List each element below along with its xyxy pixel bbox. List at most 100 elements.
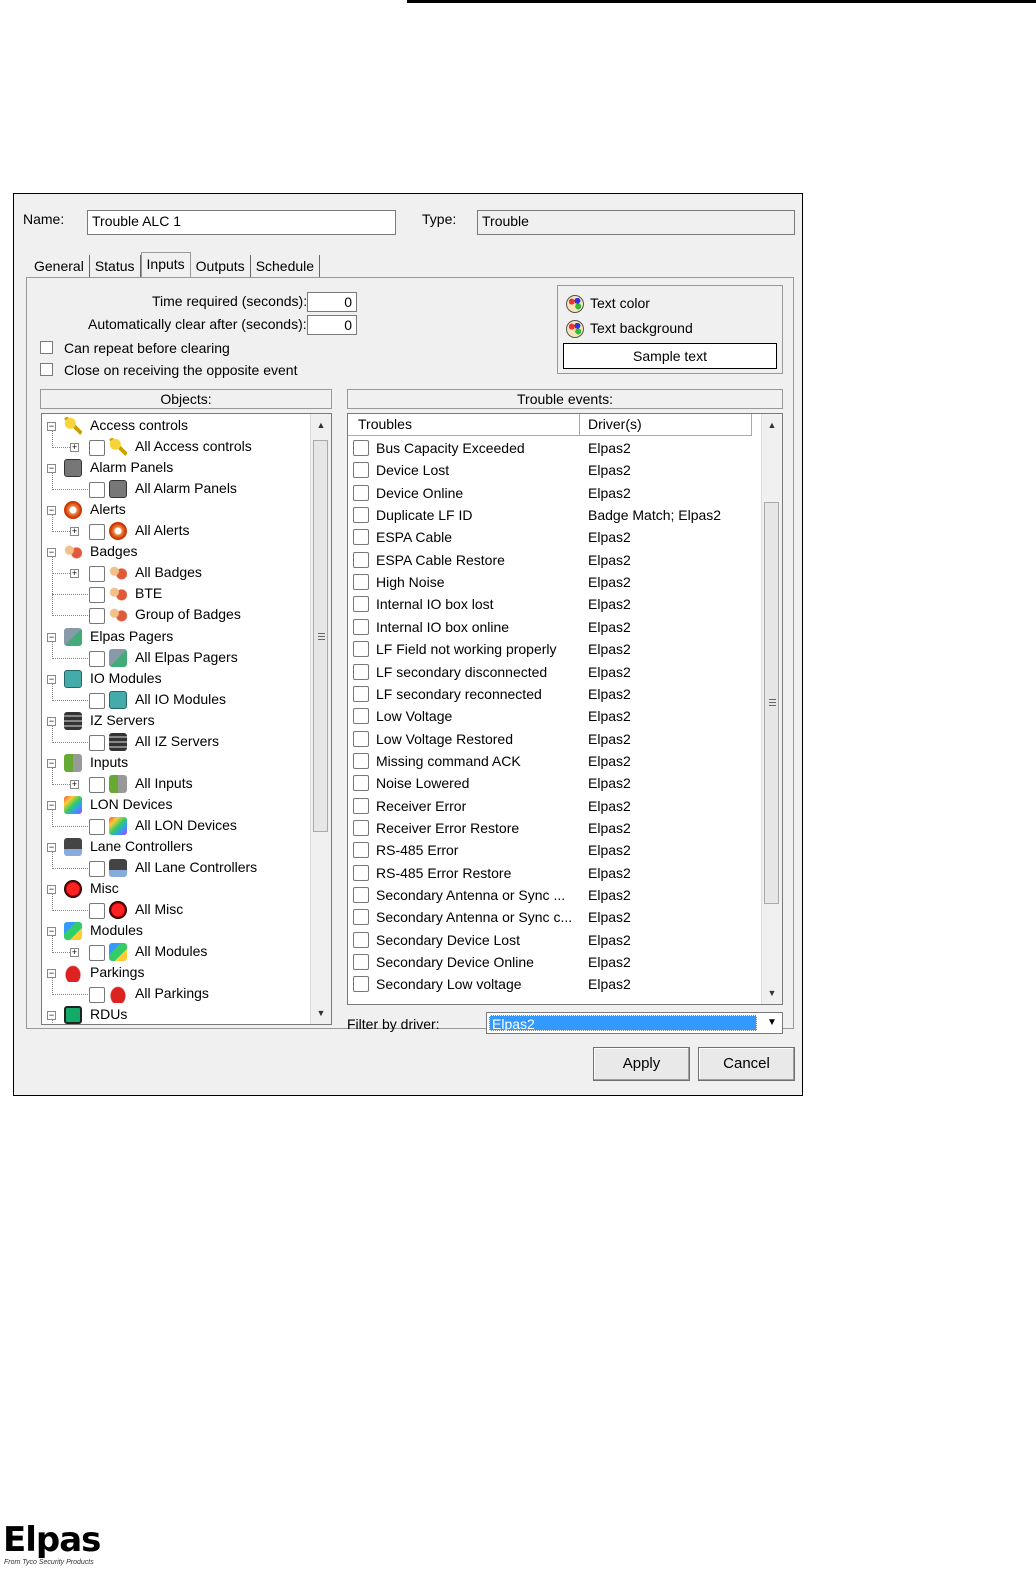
tree-item-checkbox[interactable]: [89, 692, 105, 709]
trouble-event-checkbox[interactable]: [353, 507, 369, 524]
tree-item-checkbox[interactable]: [89, 482, 105, 499]
tree-group-item[interactable]: − Misc: [42, 879, 310, 900]
tree-group-item[interactable]: − LON Devices: [42, 795, 310, 816]
tree-group-item[interactable]: − Modules: [42, 921, 310, 942]
trouble-event-row[interactable]: Low Voltage Elpas2: [348, 705, 758, 727]
tree-child-item[interactable]: All IZ Servers: [42, 732, 310, 753]
tree-child-item[interactable]: All Elpas Pagers: [42, 648, 310, 669]
events-scroll-thumb[interactable]: [764, 502, 779, 904]
tab-schedule[interactable]: Schedule: [251, 255, 321, 277]
tree-item-checkbox[interactable]: [89, 945, 105, 962]
trouble-event-row[interactable]: Device Online Elpas2: [348, 482, 758, 504]
auto-clear-input[interactable]: 0: [307, 315, 357, 335]
collapse-icon[interactable]: −: [47, 843, 56, 852]
objects-scroll-thumb[interactable]: [313, 440, 328, 832]
trouble-event-row[interactable]: Internal IO box online Elpas2: [348, 616, 758, 638]
trouble-event-row[interactable]: Internal IO box lost Elpas2: [348, 593, 758, 615]
collapse-icon[interactable]: −: [47, 422, 56, 431]
tree-child-item[interactable]: + All Badges: [42, 563, 310, 584]
trouble-event-checkbox[interactable]: [353, 976, 369, 993]
trouble-event-checkbox[interactable]: [353, 618, 369, 635]
trouble-event-row[interactable]: ESPA Cable Elpas2: [348, 526, 758, 548]
trouble-event-checkbox[interactable]: [353, 663, 369, 680]
expand-icon[interactable]: +: [70, 527, 79, 537]
text-color-button[interactable]: Text color: [590, 295, 650, 311]
trouble-event-checkbox[interactable]: [353, 596, 369, 613]
tree-child-item[interactable]: + All Inputs: [42, 774, 310, 795]
text-background-button[interactable]: Text background: [590, 320, 693, 336]
trouble-event-row[interactable]: Low Voltage Restored Elpas2: [348, 728, 758, 750]
tree-item-checkbox[interactable]: [89, 776, 105, 793]
tree-item-checkbox[interactable]: [89, 587, 105, 604]
collapse-icon[interactable]: −: [47, 506, 56, 516]
tree-group-item[interactable]: − IZ Servers: [42, 711, 310, 732]
tree-group-item[interactable]: − Alerts: [42, 500, 310, 521]
tree-child-item[interactable]: All LON Devices: [42, 816, 310, 837]
collapse-icon[interactable]: −: [47, 758, 56, 768]
tree-child-item[interactable]: All Misc: [42, 900, 310, 921]
tree-child-item[interactable]: All Alarm Panels: [42, 479, 310, 500]
objects-scrollbar[interactable]: ▲ ▼: [310, 414, 331, 1024]
collapse-icon[interactable]: −: [47, 674, 56, 684]
scroll-down-arrow-icon[interactable]: ▼: [311, 1004, 331, 1022]
collapse-icon[interactable]: −: [47, 969, 56, 979]
trouble-event-row[interactable]: Device Lost Elpas2: [348, 459, 758, 481]
collapse-icon[interactable]: −: [47, 548, 56, 558]
tree-item-checkbox[interactable]: [89, 566, 105, 583]
name-input[interactable]: Trouble ALC 1: [87, 210, 396, 235]
apply-button[interactable]: Apply: [593, 1047, 690, 1081]
tree-child-item[interactable]: Group of Badges: [42, 605, 310, 626]
tree-child-item[interactable]: All IO Modules: [42, 690, 310, 711]
trouble-event-row[interactable]: Secondary Antenna or Sync c... Elpas2: [348, 906, 758, 928]
trouble-event-row[interactable]: ESPA Cable Restore Elpas2: [348, 549, 758, 571]
tree-group-item[interactable]: − IO Modules: [42, 669, 310, 690]
tree-item-checkbox[interactable]: [89, 650, 105, 667]
expand-icon[interactable]: +: [70, 779, 79, 789]
tree-group-item[interactable]: − Access controls: [42, 416, 310, 437]
trouble-event-row[interactable]: Receiver Error Restore Elpas2: [348, 817, 758, 839]
trouble-event-checkbox[interactable]: [353, 954, 369, 971]
trouble-event-row[interactable]: RS-485 Error Restore Elpas2: [348, 862, 758, 884]
trouble-event-checkbox[interactable]: [353, 931, 369, 948]
events-scrollbar[interactable]: ▲ ▼: [761, 414, 782, 1004]
expand-icon[interactable]: +: [70, 948, 79, 958]
trouble-event-checkbox[interactable]: [353, 819, 369, 836]
column-header-drivers[interactable]: Driver(s): [580, 414, 752, 436]
collapse-icon[interactable]: −: [47, 464, 56, 474]
trouble-event-checkbox[interactable]: [353, 730, 369, 747]
tree-item-checkbox[interactable]: [89, 903, 105, 920]
trouble-event-checkbox[interactable]: [353, 462, 369, 479]
trouble-event-checkbox[interactable]: [353, 909, 369, 926]
close-opposite-checkbox[interactable]: [40, 363, 53, 376]
tree-group-item[interactable]: − Inputs: [42, 753, 310, 774]
tree-child-item[interactable]: All Parkings: [42, 984, 310, 1005]
trouble-event-checkbox[interactable]: [353, 864, 369, 881]
trouble-event-checkbox[interactable]: [353, 641, 369, 658]
trouble-event-row[interactable]: Noise Lowered Elpas2: [348, 772, 758, 794]
column-header-troubles[interactable]: Troubles: [348, 414, 580, 436]
trouble-event-row[interactable]: Receiver Error Elpas2: [348, 795, 758, 817]
tree-group-item[interactable]: − Badges: [42, 542, 310, 563]
collapse-icon[interactable]: −: [47, 885, 56, 895]
trouble-event-checkbox[interactable]: [353, 842, 369, 859]
tree-child-item[interactable]: BTE: [42, 584, 310, 605]
tree-group-item[interactable]: − Elpas Pagers: [42, 627, 310, 648]
tree-item-checkbox[interactable]: [89, 440, 105, 457]
collapse-icon[interactable]: −: [47, 800, 56, 810]
collapse-icon[interactable]: −: [47, 716, 56, 726]
tree-item-checkbox[interactable]: [89, 987, 105, 1004]
trouble-event-row[interactable]: Secondary Low voltage Elpas2: [348, 973, 758, 995]
trouble-event-row[interactable]: High Noise Elpas2: [348, 571, 758, 593]
repeat-checkbox[interactable]: [40, 341, 53, 354]
tree-group-item[interactable]: − RDUs: [42, 1005, 310, 1024]
tree-item-checkbox[interactable]: [89, 608, 105, 625]
tab-inputs[interactable]: Inputs: [140, 252, 191, 277]
trouble-event-row[interactable]: Secondary Device Lost Elpas2: [348, 929, 758, 951]
filter-by-driver-select[interactable]: Elpas2 ▼: [486, 1012, 783, 1034]
trouble-event-checkbox[interactable]: [353, 797, 369, 814]
tree-item-checkbox[interactable]: [89, 818, 105, 835]
trouble-event-row[interactable]: Secondary Device Online Elpas2: [348, 951, 758, 973]
tree-item-checkbox[interactable]: [89, 734, 105, 751]
chevron-down-icon[interactable]: ▼: [763, 1014, 781, 1032]
trouble-event-checkbox[interactable]: [353, 484, 369, 501]
